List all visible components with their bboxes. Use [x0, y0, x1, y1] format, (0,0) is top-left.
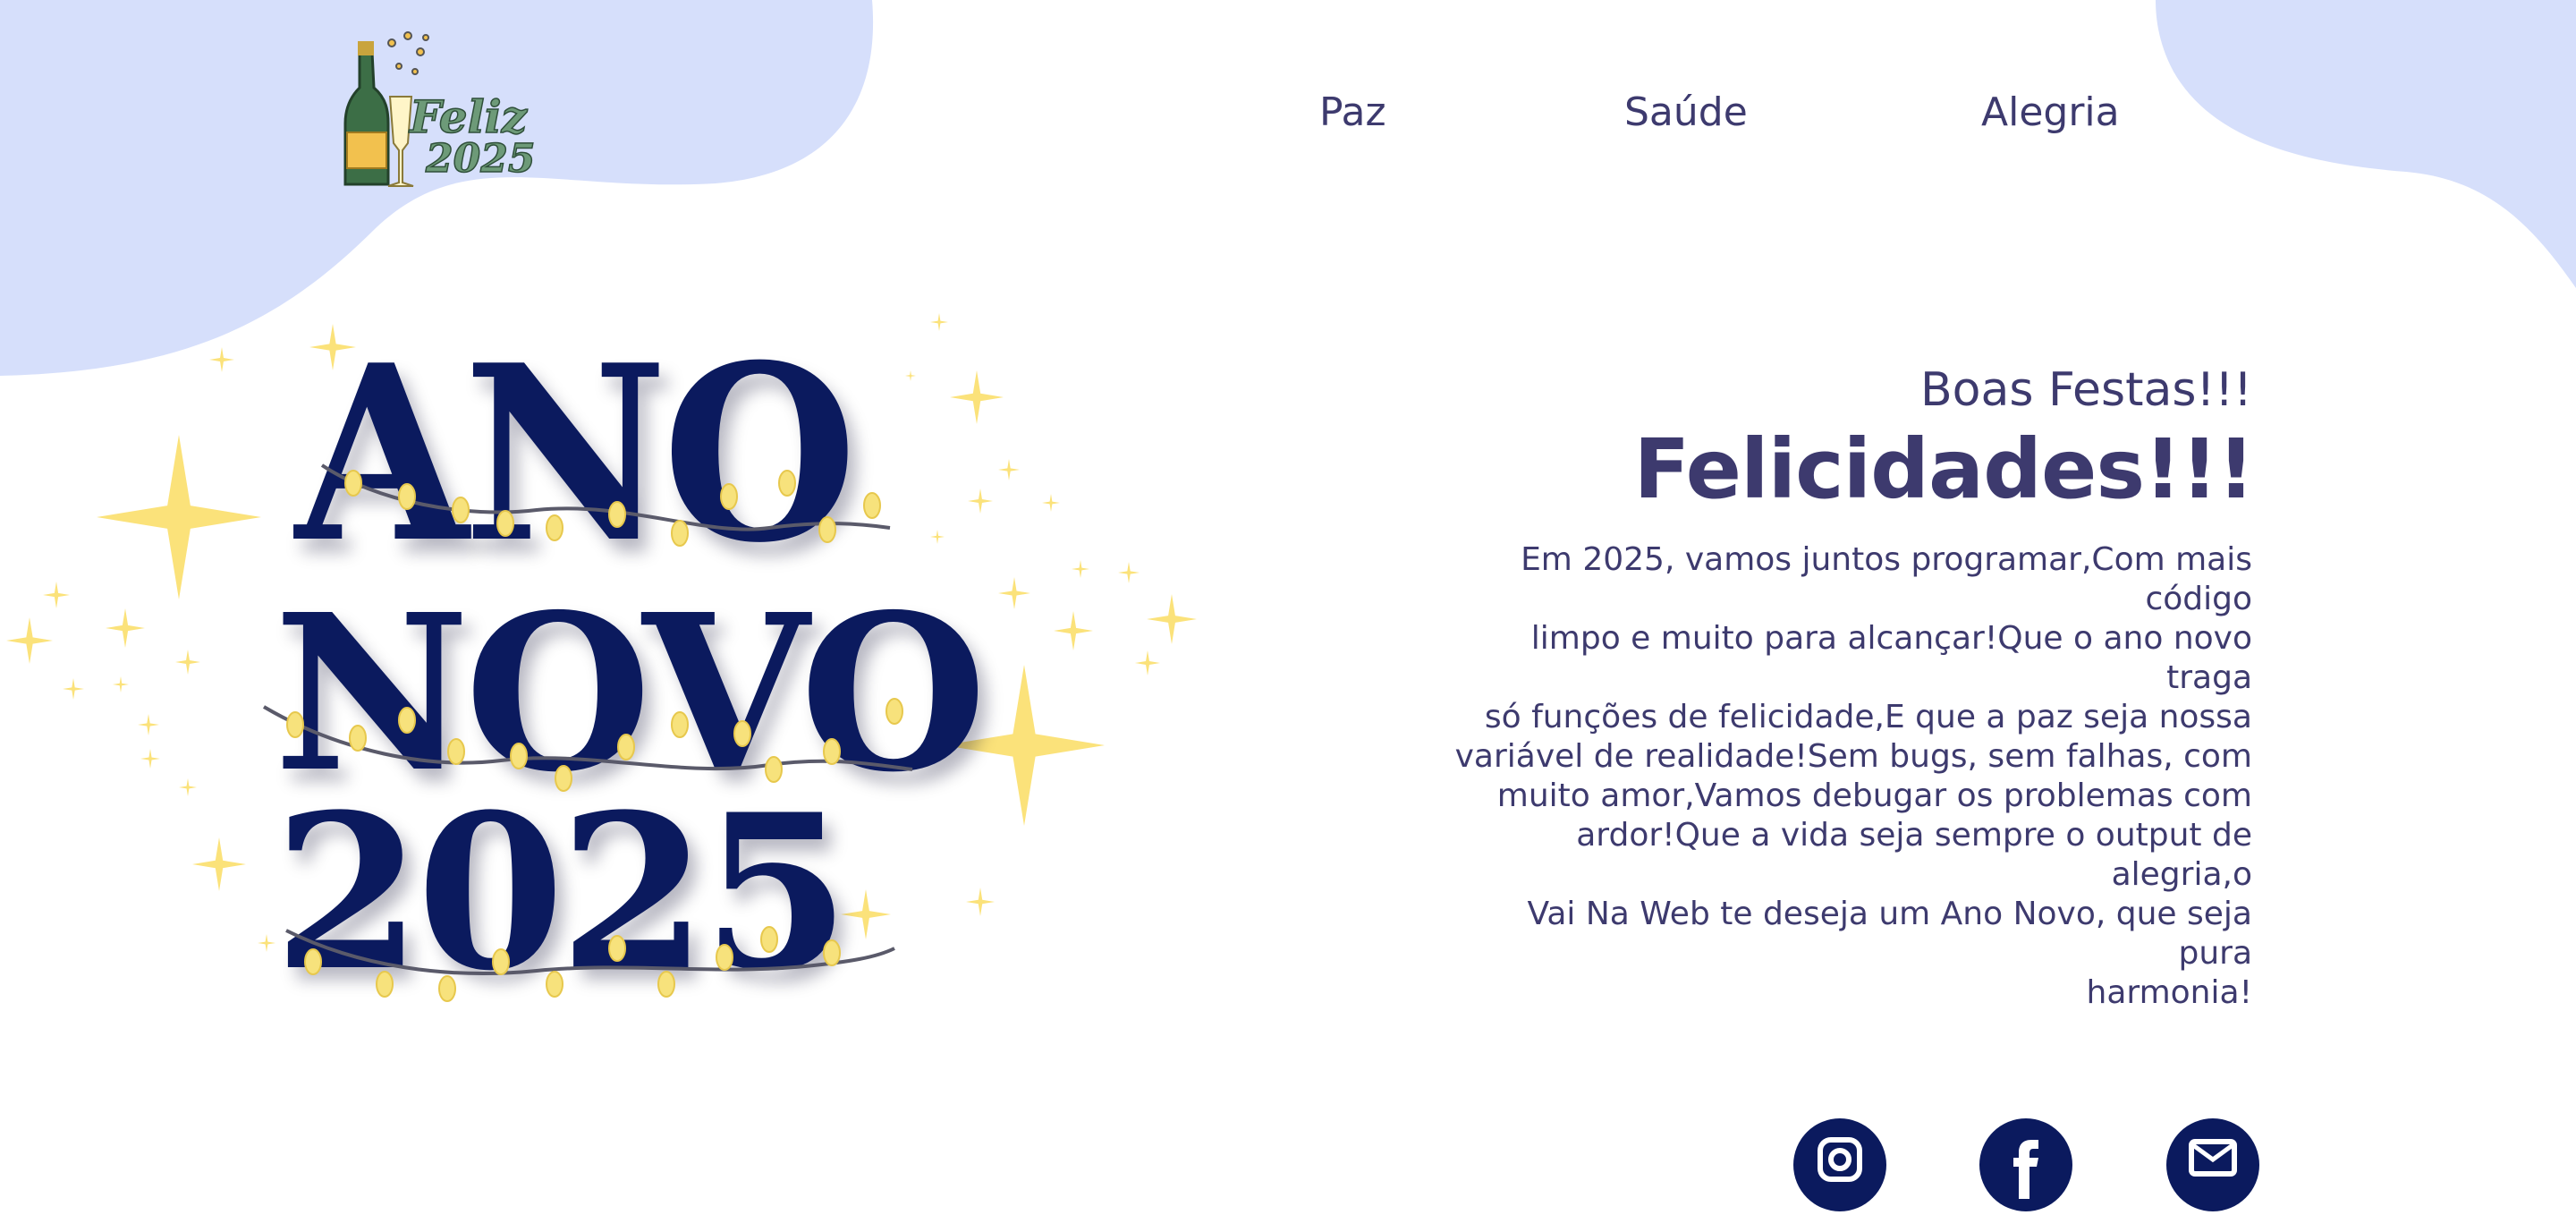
nav-link-alegria[interactable]: Alegria — [1981, 88, 2120, 138]
email-glyph — [2189, 1139, 2237, 1177]
nav-link-saude[interactable]: Saúde — [1624, 88, 1748, 138]
hero-word-ano: ANO — [295, 311, 857, 596]
email-icon[interactable] — [2166, 1118, 2259, 1211]
message-line: harmonia! — [2086, 974, 2252, 1011]
logo-text-feliz: Feliz — [409, 90, 527, 143]
facebook-glyph — [2013, 1140, 2038, 1199]
greeting-text: Boas Festas!!! — [1919, 363, 2252, 417]
message-line: muito amor,Vamos debugar os problemas co… — [1496, 777, 2252, 814]
message-line: Vai Na Web te deseja um Ano Novo, que se… — [1527, 896, 2252, 972]
message-line: só funções de felicidade,E que a paz sej… — [1484, 699, 2252, 735]
nav-link-paz[interactable]: Paz — [1319, 88, 1386, 138]
logo[interactable]: Feliz 2025 — [340, 25, 536, 193]
instagram-glyph — [1818, 1137, 1862, 1182]
message-line: Em 2025, vamos juntos programar,Com mais… — [1521, 541, 2252, 617]
message-line: variável de realidade!Sem bugs, sem falh… — [1454, 738, 2252, 775]
instagram-icon[interactable] — [1793, 1118, 1886, 1211]
message-line: ardor!Que a vida seja sempre o output de… — [1576, 817, 2252, 893]
hero-word-year: 2025 — [274, 769, 850, 1018]
message-line: limpo e muito para alcançar!Que o ano no… — [1530, 620, 2252, 696]
facebook-icon[interactable] — [1979, 1118, 2072, 1211]
new-year-message: Em 2025, vamos juntos programar,Com mais… — [1449, 540, 2252, 1013]
logo-text-year: 2025 — [425, 136, 536, 182]
headline: Felicidades!!! — [1633, 421, 2255, 517]
